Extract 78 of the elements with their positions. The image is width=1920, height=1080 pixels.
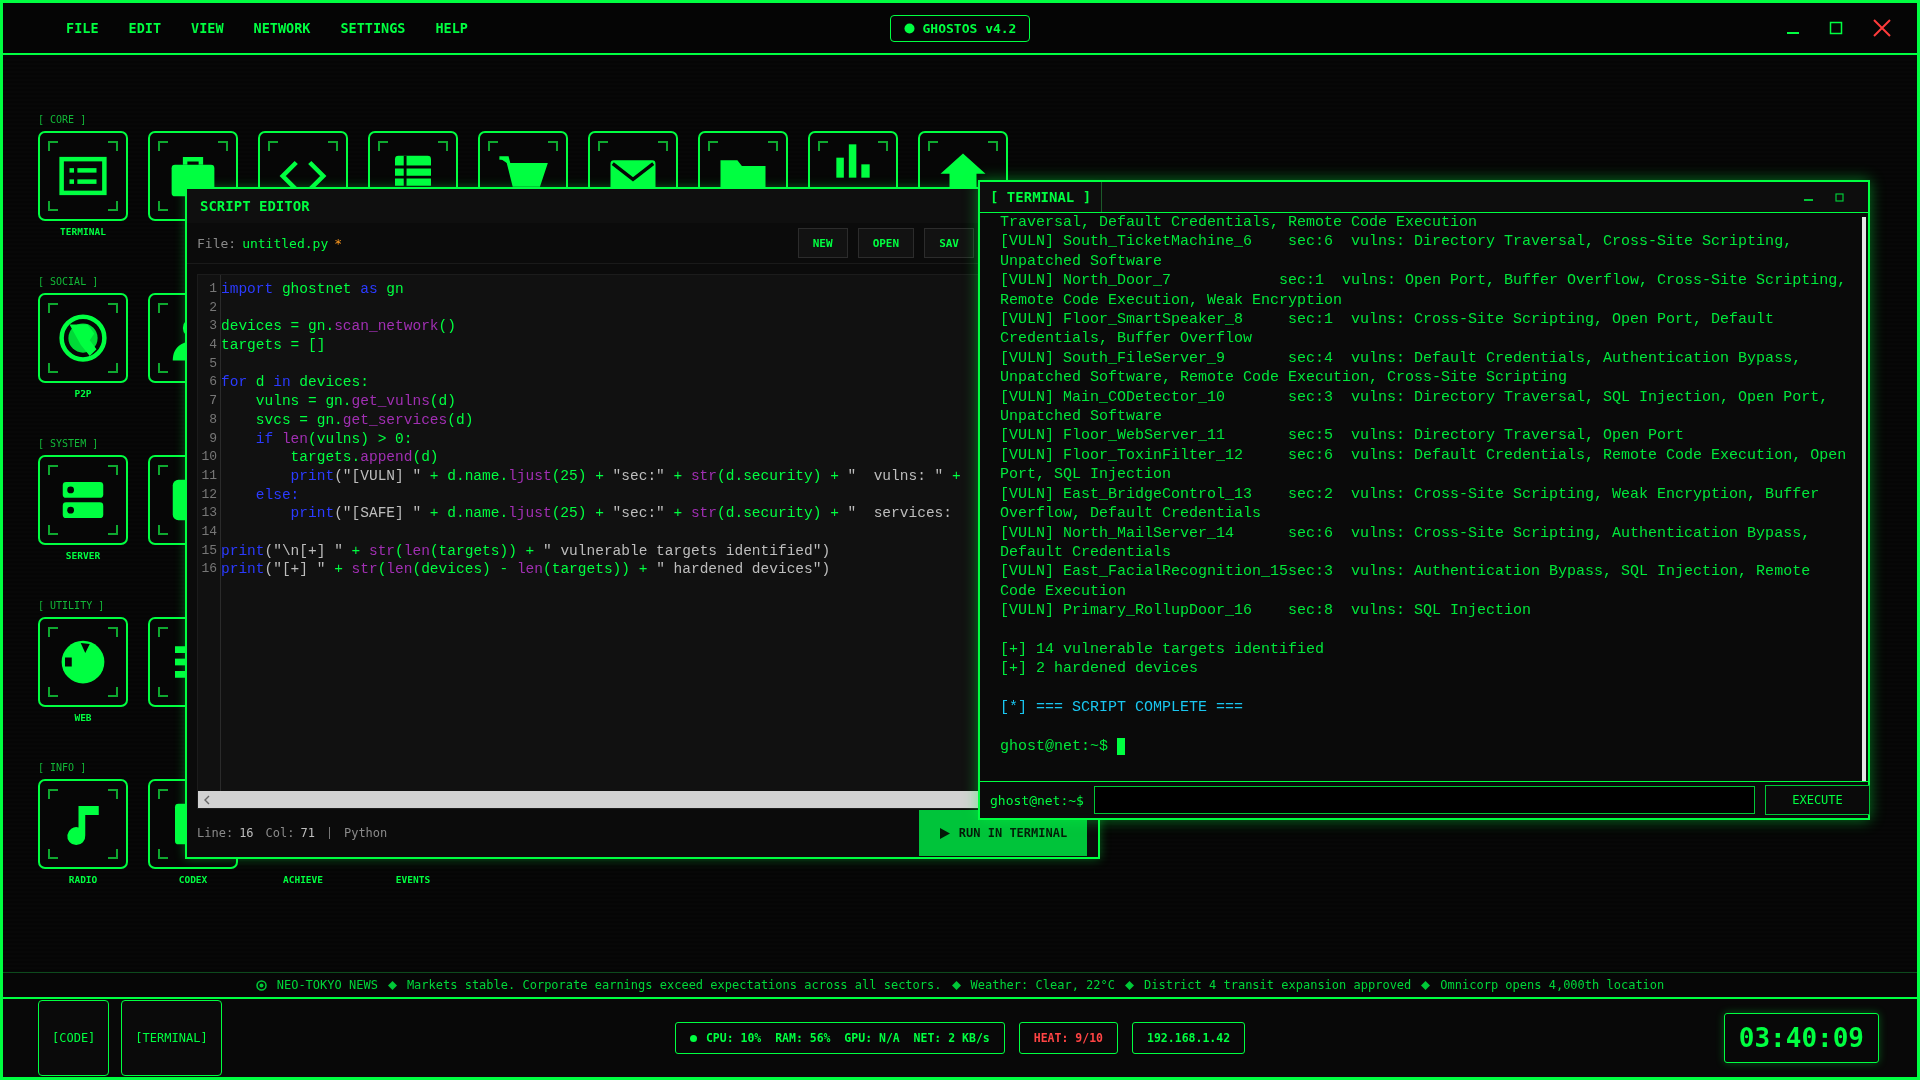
line-number: 10 — [200, 448, 218, 467]
section-title: [ CORE ] — [38, 114, 87, 127]
language-label: Python — [343, 826, 388, 840]
line-number: 5 — [208, 354, 218, 373]
shortcut-label: ACHIEVE — [282, 874, 323, 886]
terminal-line: [*] === SCRIPT COMPLETE === — [1000, 698, 1244, 718]
terminal-line: [+] 14 vulnerable targets identified — [1000, 639, 1325, 660]
line-number: 16 — [200, 560, 218, 579]
terminal-line: [VULN] Floor_WebServer_11 sec:5 vulns: Directory Traversal, Open Port — [1000, 426, 1685, 446]
file-label: File: — [197, 235, 237, 251]
code-line: vulns = gn.get_vulns(d) — [254, 392, 456, 411]
news-item: District 4 transit expansion approved — [1144, 978, 1412, 992]
shortcut-label: SERVER — [65, 550, 101, 562]
shortcut-label: EVENTS — [395, 874, 431, 886]
shortcut-label: CODEX — [178, 874, 208, 886]
clock: 03:40:09 — [1723, 1013, 1879, 1063]
shortcut-label: TERMINAL — [60, 226, 106, 238]
section-title: [ UTILITY ] — [38, 600, 105, 613]
news-item: Weather: Clear, 22°C — [970, 978, 1115, 992]
code-line: print("[VULN] " + d.name.ljust(25) + "sec:" + str(d.security) + " vulns: " + — [289, 466, 961, 486]
code-line: import ghostnet as gn — [221, 280, 404, 299]
line-number: 6 — [208, 373, 218, 392]
code-line: for d in devices: — [221, 373, 369, 393]
terminal-line: [VULN] South_FileServer_9 sec:4 vulns: Default Credentials, Authentication Bypass, Unpatched Software, Remote Code Execution, Cross-Site Scripting — [1000, 348, 1803, 388]
file-name: untitled.py — [242, 235, 329, 251]
status-value: 16 — [239, 826, 254, 840]
heat-indicator: HEAT: 9/10 — [1018, 1022, 1118, 1054]
status-label: Col: — [265, 826, 295, 840]
unsaved-mark: * — [334, 235, 343, 251]
code-line: print("[SAFE] " + d.name.ljust(25) + "sec:" + str(d.security) + " services: — [289, 504, 952, 523]
terminal-line: [VULN] North_Door_7 sec:1 vulns: Open Port, Buffer Overflow, Cross-Site Scripting, Remote Code Execution, Weak Encryption — [1000, 271, 1848, 311]
code-line: svcs = gn.get_services(d) — [254, 410, 474, 430]
terminal-line: [VULN] Primary_RollupDoor_16 sec:8 vulns: SQL Injection — [1000, 601, 1532, 621]
line-number: 12 — [200, 485, 218, 504]
ip-address: 192.168.1.42 — [1132, 1022, 1246, 1054]
terminal-line: ghost@net:~$ — [1000, 736, 1109, 757]
line-number: 7 — [208, 392, 218, 411]
terminal-line: [+] 2 hardened devices — [1000, 659, 1199, 679]
window-title: [ TERMINAL ] — [980, 182, 1103, 212]
terminal-line: [VULN] Floor_SmartSpeaker_8 sec:1 vulns: Cross-Site Scripting, Open Port, Default Credentials, Buffer Overflow — [1000, 310, 1776, 349]
status-value: 71 — [300, 826, 315, 840]
shortcut-label: P2P — [74, 388, 92, 400]
line-number: 8 — [208, 410, 218, 429]
line-number: 15 — [200, 541, 218, 560]
news-item: Markets stable. Corporate earnings exceed expectations across all sectors. — [406, 978, 942, 992]
code-line: else: — [254, 485, 300, 505]
terminal-line: [VULN] East_BridgeControl_13 sec:2 vulns: Cross-Site Scripting, Weak Encryption, Buffer Overflow, Default Credentials — [1000, 484, 1821, 524]
terminal-line: [VULN] Floor_ToxinFilter_12 sec:6 vulns: Default Credentials, Remote Code Execution, Open Port, SQL Injection — [1000, 445, 1848, 485]
news-item: Omnicorp opens 4,000th location — [1440, 978, 1665, 992]
terminal-line: [VULN] North_MailServer_14 sec:6 vulns: Cross-Site Scripting, Authentication Bypass, Default Credentials — [1000, 523, 1812, 563]
section-title: [ SOCIAL ] — [38, 276, 99, 289]
news-title: NEO-TOKYO NEWS — [276, 978, 378, 992]
section-title: [ SYSTEM ] — [38, 438, 99, 451]
code-line: devices = gn.scan_network() — [221, 317, 456, 337]
terminal-line: [VULN] South_TicketMachine_6 sec:6 vulns: Directory Traversal, Cross-Site Scripting, Unpatched Software — [1000, 232, 1794, 272]
code-line: if len(vulns) > 0: — [254, 429, 413, 449]
version-label: GHOSTOS v4.2 — [922, 20, 1017, 36]
prompt-label: ghost@net:~$ — [990, 792, 1084, 808]
shortcut-label: WEB — [74, 712, 92, 724]
code-line: print("[+] " + str(len(devices) - len(targets)) + " hardened devices") — [221, 560, 831, 579]
code-line: targets = [] — [221, 336, 326, 355]
stats-text: CPU: 10% RAM: 56% GPU: N/A NET: 2 KB/s — [705, 1031, 990, 1045]
line-number: 13 — [200, 504, 218, 523]
line-number: 9 — [208, 429, 218, 448]
line-number: 3 — [208, 317, 218, 336]
line-number: 2 — [208, 298, 218, 317]
line-number: 4 — [208, 336, 218, 355]
line-number: 1 — [208, 280, 218, 298]
shortcut-label: RADIO — [68, 874, 98, 886]
terminal-line: Traversal, Default Credentials, Remote Code Execution — [1000, 213, 1478, 233]
terminal-line: [VULN] East_FacialRecognition_15sec:3 vulns: Authentication Bypass, SQL Injection, Remote Code Execution — [1000, 562, 1812, 602]
terminal-line: [VULN] Main_CODetector_10 sec:3 vulns: Directory Traversal, SQL Injection, Open Port, Unpatched Software — [1000, 387, 1830, 427]
line-number: 11 — [200, 466, 218, 485]
section-title: [ INFO ] — [38, 762, 87, 775]
code-line: targets.append(d) — [289, 448, 439, 467]
code-line: print("\n[+] " + str(len(targets)) + " vulnerable targets identified") — [221, 541, 831, 561]
line-number: 14 — [200, 522, 218, 541]
status-label: Line: — [197, 826, 234, 840]
